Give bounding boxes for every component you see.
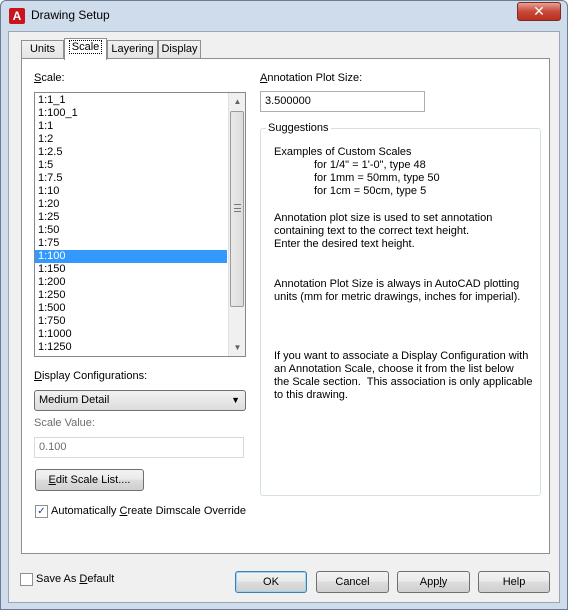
- tab-scale[interactable]: Scale: [64, 38, 107, 60]
- scale-listbox[interactable]: 1:1_1 1:100_1 1:1 1:2 1:2.5 1:5 1:7.5 1:10 1:20 1…: [34, 92, 246, 357]
- scale-list-item[interactable]: 1:200: [35, 276, 227, 289]
- autocad-app-icon: A: [9, 8, 25, 24]
- scale-list-item[interactable]: 1:50: [35, 224, 227, 237]
- save-as-default-label: Save As Default: [36, 573, 115, 585]
- annotation-plot-size-field[interactable]: 3.500000: [260, 91, 425, 112]
- title-bar[interactable]: A Drawing Setup ✕: [1, 1, 567, 31]
- cancel-button[interactable]: Cancel: [316, 571, 389, 593]
- window-title: Drawing Setup: [31, 8, 110, 22]
- apply-button[interactable]: Apply: [397, 571, 470, 593]
- tab-units-label: Units: [29, 43, 56, 55]
- scale-list-item[interactable]: 1:250: [35, 289, 227, 302]
- suggestion-text: the Scale section. This association is o…: [274, 376, 533, 388]
- example-line: for 1mm = 50mm, type 50: [314, 172, 440, 184]
- display-configurations-label: Display Configurations:: [34, 370, 148, 382]
- scroll-grip-icon: [234, 204, 241, 212]
- help-button[interactable]: Help: [478, 571, 550, 593]
- tab-scale-label: Scale: [68, 40, 103, 54]
- drawing-setup-dialog: A Drawing Setup ✕ Units Scale Layering D…: [0, 0, 568, 610]
- scale-list-item[interactable]: 1:2: [35, 133, 227, 146]
- scale-value-field: 0.100: [34, 437, 244, 458]
- scale-list-item[interactable]: 1:150: [35, 263, 227, 276]
- suggestion-text: Annotation Plot Size is always in AutoCA…: [274, 278, 520, 290]
- tab-layering-label: Layering: [111, 43, 154, 55]
- scale-list-item[interactable]: 1:7.5: [35, 172, 227, 185]
- suggestion-text: an Annotation Scale, choose it from the …: [274, 363, 514, 375]
- suggestion-text: units (mm for metric drawings, inches fo…: [274, 291, 521, 303]
- scale-list-item[interactable]: 1:5: [35, 159, 227, 172]
- tab-units[interactable]: Units: [21, 40, 64, 59]
- scale-label: Scale:: [34, 72, 65, 84]
- tab-display-label: Display: [161, 43, 198, 55]
- scale-list-item[interactable]: 1:1250: [35, 341, 227, 354]
- tab-display[interactable]: Display: [158, 40, 201, 59]
- suggestions-legend: Suggestions: [266, 122, 331, 134]
- display-configuration-dropdown[interactable]: Medium Detail ▼: [34, 390, 246, 411]
- chevron-down-icon: ▼: [231, 395, 240, 405]
- auto-dimscale-label: Automatically Create Dimscale Override: [51, 505, 247, 517]
- scroll-down-arrow-icon[interactable]: ▼: [229, 339, 245, 356]
- example-line: for 1cm = 50cm, type 5: [314, 185, 427, 197]
- example-line: for 1/4" = 1'-0", type 48: [314, 159, 426, 171]
- scale-list-scrollbar[interactable]: ▲ ▼: [228, 93, 245, 356]
- scroll-up-arrow-icon[interactable]: ▲: [229, 93, 245, 110]
- scale-list-item[interactable]: 1:500: [35, 302, 227, 315]
- suggestion-text: Enter the desired text height.: [274, 238, 415, 250]
- examples-title: Examples of Custom Scales: [274, 146, 412, 158]
- scale-list-item[interactable]: 1:100: [35, 250, 227, 263]
- close-button[interactable]: ✕: [517, 2, 561, 21]
- ok-button[interactable]: OK: [235, 571, 307, 593]
- scale-list-item[interactable]: 1:1: [35, 120, 227, 133]
- scale-list-item[interactable]: 1:100_1: [35, 107, 227, 120]
- suggestion-text: Annotation plot size is used to set anno…: [274, 212, 493, 224]
- scale-list-items: 1:1_1 1:100_1 1:1 1:2 1:2.5 1:5 1:7.5 1:10 1:20 1…: [35, 93, 227, 354]
- scale-list-item[interactable]: 1:2.5: [35, 146, 227, 159]
- save-as-default-checkbox[interactable]: [20, 573, 33, 586]
- scale-list-item[interactable]: 1:25: [35, 211, 227, 224]
- scale-list-item[interactable]: 1:20: [35, 198, 227, 211]
- suggestion-text: containing text to the correct text heig…: [274, 225, 470, 237]
- scale-list-item[interactable]: 1:750: [35, 315, 227, 328]
- scroll-thumb[interactable]: [230, 111, 244, 307]
- scale-list-item[interactable]: 1:1000: [35, 328, 227, 341]
- scale-list-item[interactable]: 1:10: [35, 185, 227, 198]
- edit-scale-list-button[interactable]: Edit Scale List....: [35, 469, 144, 491]
- display-configuration-value: Medium Detail: [39, 394, 110, 406]
- scale-list-item[interactable]: 1:1_1: [35, 94, 227, 107]
- scale-list-item[interactable]: 1:75: [35, 237, 227, 250]
- suggestion-text: to this drawing.: [274, 389, 348, 401]
- tab-layering[interactable]: Layering: [107, 40, 158, 59]
- auto-dimscale-checkbox[interactable]: ✓: [35, 505, 48, 518]
- suggestion-text: If you want to associate a Display Confi…: [274, 350, 529, 362]
- annotation-plot-size-label: Annotation Plot Size:: [260, 72, 363, 84]
- scale-value-label: Scale Value:: [34, 417, 95, 429]
